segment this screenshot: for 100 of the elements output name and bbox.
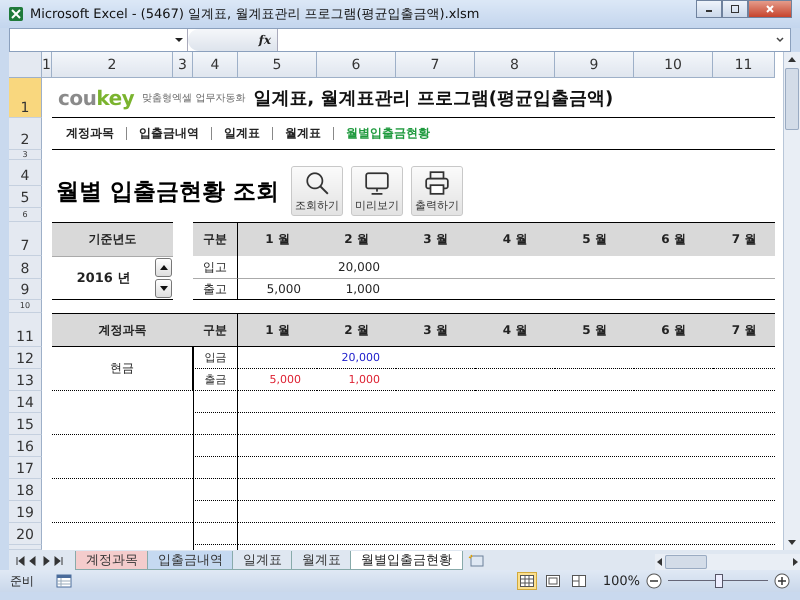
table-header: 2 월	[317, 222, 396, 256]
row-header[interactable]: 10	[9, 300, 42, 313]
row-header[interactable]: 4	[9, 160, 42, 186]
table-header: 1 월	[238, 222, 317, 256]
scroll-thumb[interactable]	[785, 68, 799, 130]
table-header: 3 월	[396, 222, 475, 256]
row-header[interactable]: 1	[9, 78, 42, 118]
nav-link[interactable]: 일계표	[212, 125, 272, 142]
table-header: 3 월	[396, 313, 475, 347]
table-cell: 출고	[193, 279, 238, 300]
scroll-right-icon[interactable]	[790, 557, 800, 567]
row-header[interactable]: 9	[9, 279, 42, 300]
new-sheet-icon[interactable]	[467, 553, 485, 567]
slider-thumb[interactable]	[715, 574, 723, 588]
column-header[interactable]: 3	[173, 52, 193, 78]
table-cell: 20,000	[338, 260, 380, 274]
column-header[interactable]: 6	[317, 52, 396, 78]
spin-up-button[interactable]	[155, 258, 172, 277]
scroll-thumb[interactable]	[665, 555, 707, 569]
table-cell: 1,000	[346, 282, 380, 296]
table-header: 구분	[193, 313, 238, 347]
nav-link[interactable]: 월별입출금현황	[334, 125, 442, 142]
status-text: 준비	[10, 572, 34, 590]
table-header: 6 월	[634, 222, 713, 256]
down-arrow-icon	[160, 286, 168, 291]
year-value: 2016 년	[76, 270, 132, 287]
sheet-icon[interactable]	[56, 574, 72, 588]
table-cell: 5,000	[270, 373, 301, 386]
column-header[interactable]: 8	[475, 52, 555, 78]
row-header[interactable]: 6	[9, 208, 42, 222]
sheet-tab[interactable]: 계정과목	[75, 551, 149, 570]
zoom-out-icon[interactable]	[646, 573, 662, 589]
row-header[interactable]: 14	[9, 391, 42, 413]
row-header[interactable]: 19	[9, 501, 42, 523]
row-header[interactable]: 20	[9, 523, 42, 545]
table-header: 2 월	[317, 313, 396, 347]
zoom-in-icon[interactable]	[774, 573, 790, 589]
zoom-level: 100%	[602, 574, 640, 588]
row-header[interactable]: 12	[9, 347, 42, 369]
row-header[interactable]: 5	[9, 186, 42, 208]
scroll-down-icon[interactable]	[787, 537, 797, 547]
table-header: 계정과목	[52, 313, 193, 347]
horizontal-scrollbar[interactable]	[655, 554, 800, 570]
row-header[interactable]: 13	[9, 369, 42, 391]
table-cell: 1,000	[348, 373, 380, 386]
sheet-tab[interactable]: 월계표	[291, 551, 352, 570]
print-button[interactable]: 출력하기	[411, 166, 464, 216]
table-cell: 입고	[193, 256, 238, 279]
column-header[interactable]: 9	[555, 52, 634, 78]
row-header[interactable]: 8	[9, 256, 42, 279]
monitor-icon	[364, 170, 390, 196]
table-cell: 5,000	[266, 282, 301, 296]
nav-link[interactable]: 월계표	[273, 125, 333, 142]
window-title: Microsoft Excel - (5467) 일계표, 월계표관리 프로그램(평균입출금액).xlsm	[30, 6, 480, 23]
scroll-left-icon[interactable]	[655, 557, 665, 567]
maximize-button[interactable]	[722, 0, 748, 18]
table-cell: 20,000	[342, 351, 380, 364]
sheet-tab[interactable]: 월별입출금현황	[350, 551, 463, 570]
close-icon	[765, 4, 775, 14]
minimize-button[interactable]	[696, 0, 722, 18]
row-header[interactable]: 18	[9, 479, 42, 501]
sheet-tab[interactable]: 일계표	[232, 551, 293, 570]
row-header[interactable]: 17	[9, 457, 42, 479]
table-header: 7 월	[713, 222, 775, 256]
column-header[interactable]: 7	[396, 52, 475, 78]
column-header[interactable]: 11	[713, 52, 775, 78]
table-header: 5 월	[555, 222, 634, 256]
row-header[interactable]: 11	[9, 313, 42, 347]
close-button[interactable]	[748, 0, 792, 18]
nav-link[interactable]: 계정과목	[66, 125, 126, 142]
row-header[interactable]: 3	[9, 150, 42, 160]
nav-link[interactable]: 입출금내역	[127, 125, 211, 142]
search-icon	[304, 170, 330, 196]
row-header[interactable]: 16	[9, 435, 42, 457]
maximize-icon	[730, 4, 740, 14]
up-arrow-icon	[160, 265, 168, 270]
column-header[interactable]: 4	[193, 52, 238, 78]
column-header[interactable]: 1	[42, 52, 52, 78]
tagline: 맞춤형엑셀 업무자동화	[142, 92, 246, 104]
column-header[interactable]: 10	[634, 52, 713, 78]
scroll-up-icon[interactable]	[787, 55, 797, 65]
table-header: 5 월	[555, 313, 634, 347]
program-title: 일계표, 월계표관리 프로그램(평균입출금액)	[253, 86, 614, 110]
column-header[interactable]: 5	[238, 52, 317, 78]
spin-down-button[interactable]	[155, 279, 172, 298]
table-header: 기준년도	[52, 222, 173, 256]
normal-view-button[interactable]	[516, 572, 537, 590]
page-title: 월별 입출금현황 조회	[56, 178, 280, 206]
column-header[interactable]: 2	[52, 52, 173, 78]
table-header: 4 월	[475, 313, 555, 347]
table-header: 7 월	[713, 313, 775, 347]
table-cell: 현금	[110, 360, 134, 377]
table-header: 구분	[193, 222, 238, 256]
row-header[interactable]: 15	[9, 413, 42, 435]
row-header[interactable]: 2	[9, 118, 42, 150]
preview-button[interactable]: 미리보기	[351, 166, 404, 216]
sheet-tab[interactable]: 입출금내역	[147, 551, 234, 570]
search-button[interactable]: 조회하기	[291, 166, 344, 216]
table-header: 6 월	[634, 313, 713, 347]
row-header[interactable]: 7	[9, 222, 42, 256]
